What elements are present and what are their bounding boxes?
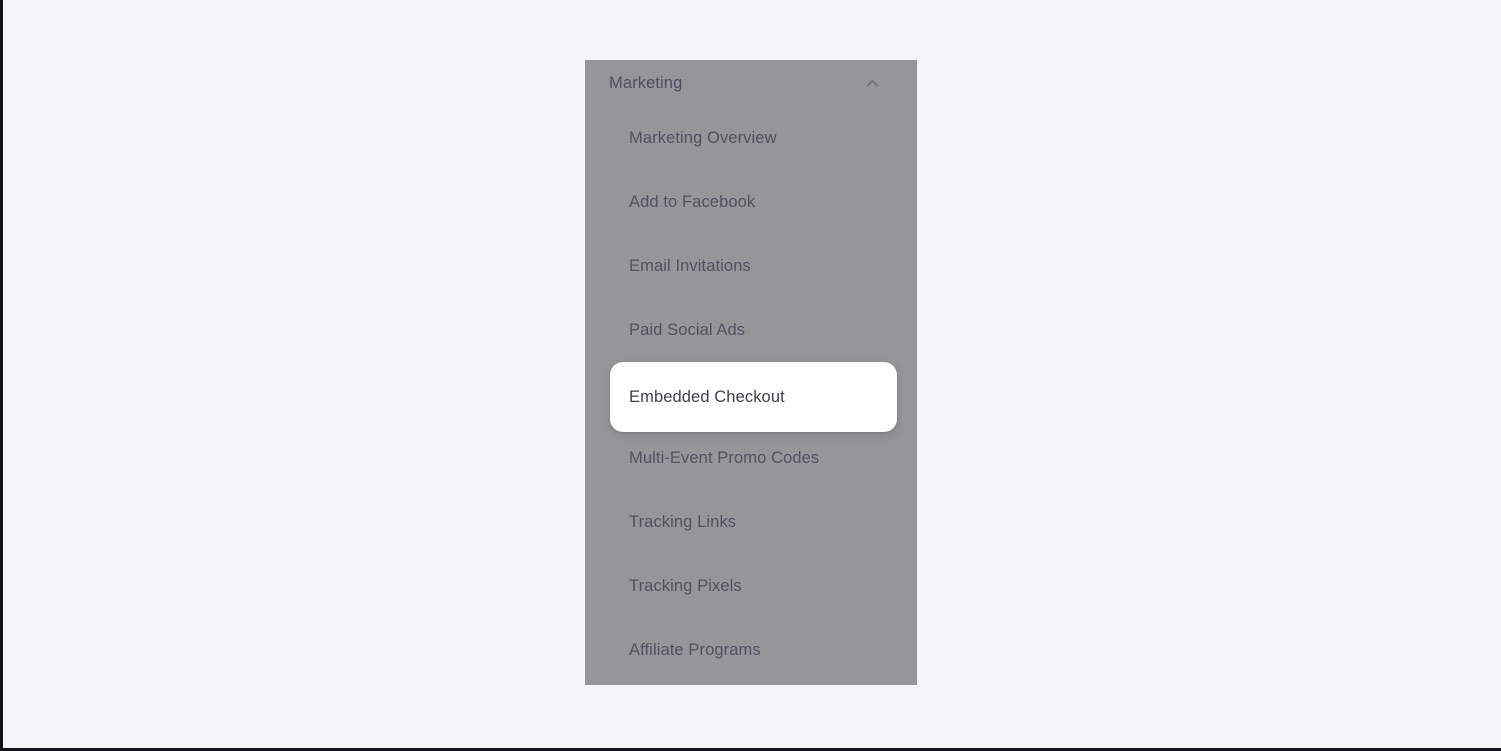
marketing-nav-panel: Marketing Marketing Overview Add to Face… (585, 60, 917, 685)
nav-item-label: Paid Social Ads (629, 320, 746, 339)
nav-item-email-invitations[interactable]: Email Invitations (585, 234, 917, 298)
nav-item-label: Affiliate Programs (629, 640, 761, 659)
spotlight-highlight-card[interactable]: Embedded Checkout (610, 362, 897, 432)
nav-item-paid-social-ads[interactable]: Paid Social Ads (585, 298, 917, 362)
chevron-up-icon[interactable] (859, 70, 885, 96)
nav-item-label: Embedded Checkout (629, 387, 785, 406)
nav-item-multi-event-promo-codes[interactable]: Multi-Event Promo Codes (585, 426, 917, 490)
nav-item-label: Email Invitations (629, 256, 751, 275)
nav-section-title: Marketing (609, 73, 683, 92)
marketing-nav-list: Marketing Overview Add to Facebook Email… (585, 106, 917, 682)
nav-item-marketing-overview[interactable]: Marketing Overview (585, 106, 917, 170)
nav-item-label: Marketing Overview (629, 128, 777, 147)
nav-item-add-to-facebook[interactable]: Add to Facebook (585, 170, 917, 234)
nav-item-embedded-checkout[interactable]: Embedded Checkout (585, 362, 917, 432)
nav-item-label: Multi-Event Promo Codes (629, 448, 820, 467)
nav-item-label: Add to Facebook (629, 192, 756, 211)
nav-item-tracking-links[interactable]: Tracking Links (585, 490, 917, 554)
nav-item-tracking-pixels[interactable]: Tracking Pixels (585, 554, 917, 618)
nav-item-affiliate-programs[interactable]: Affiliate Programs (585, 618, 917, 682)
nav-section-header-marketing[interactable]: Marketing (585, 60, 917, 106)
page-root: Marketing Marketing Overview Add to Face… (3, 0, 1501, 748)
nav-item-label: Tracking Pixels (629, 576, 742, 595)
nav-item-label: Tracking Links (629, 512, 737, 531)
